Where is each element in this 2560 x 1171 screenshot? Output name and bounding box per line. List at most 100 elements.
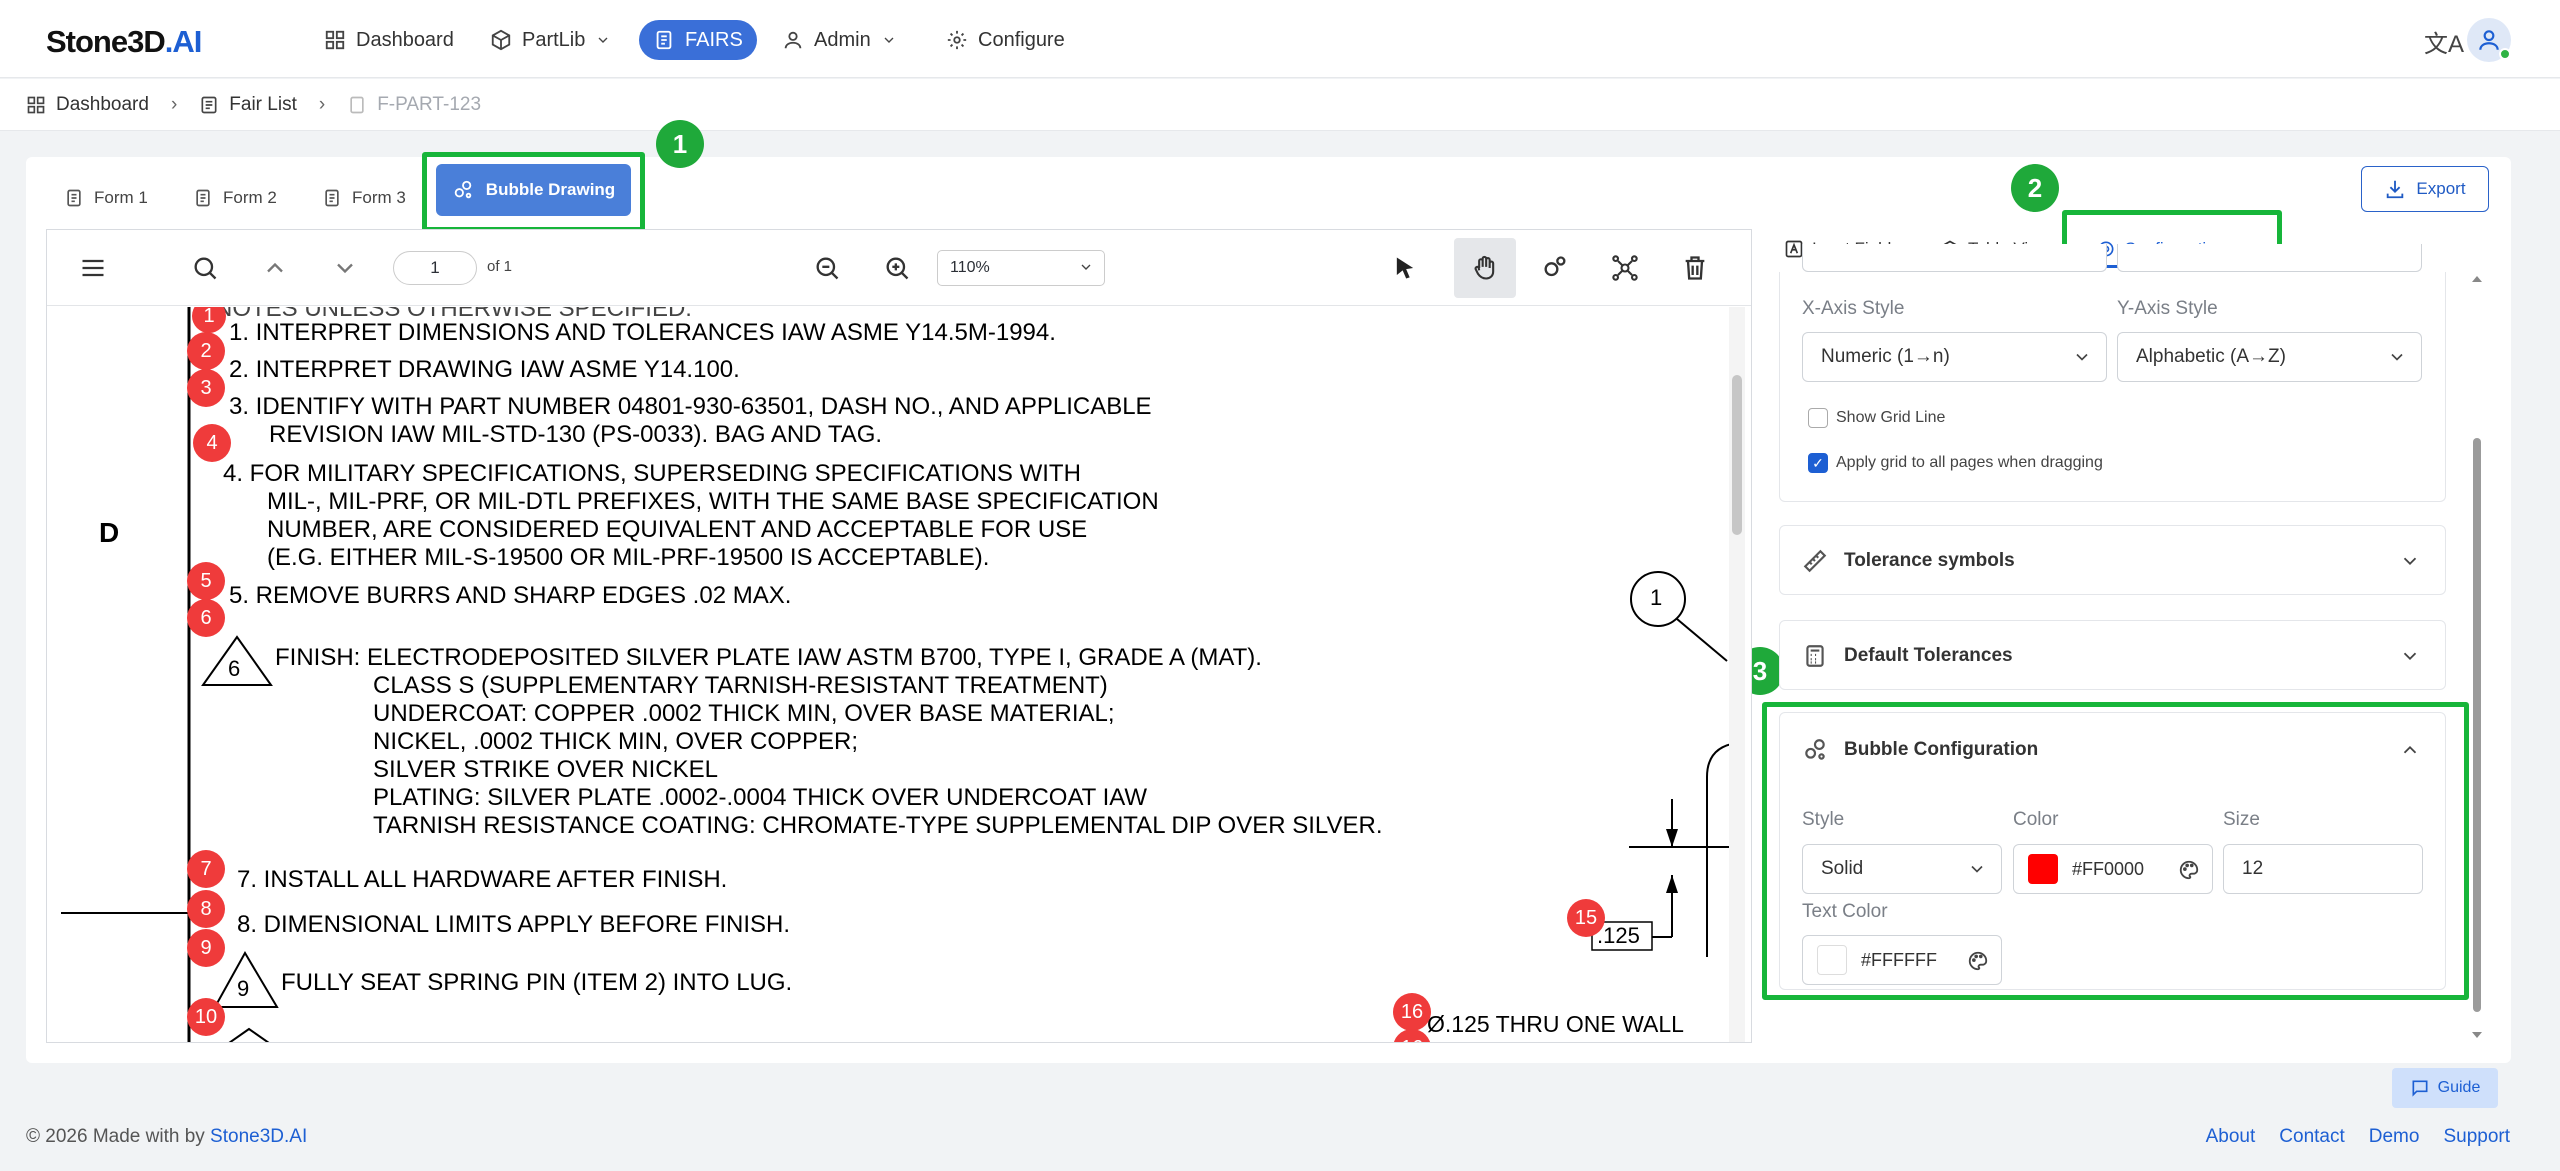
dimension-125: .125 <box>1597 923 1640 948</box>
breadcrumb-fair-list-label: Fair List <box>229 93 297 115</box>
drawing-note-6c: UNDERCOAT: COPPER .0002 THICK MIN, OVER … <box>373 700 1115 727</box>
scrollbar-thumb[interactable] <box>2473 438 2481 1012</box>
bubble-marker[interactable]: 7 <box>187 850 225 888</box>
chevron-down-icon <box>1081 264 1091 270</box>
tab-form-1[interactable]: Form 1 <box>64 178 148 218</box>
bubble-marker[interactable]: 16 <box>1393 993 1431 1031</box>
palette-icon[interactable] <box>2178 859 2200 881</box>
chevron-down-icon[interactable] <box>2399 645 2421 667</box>
export-label: Export <box>2416 179 2466 198</box>
bubble-color-picker[interactable]: #FF0000 <box>2013 844 2213 894</box>
scroll-up-icon[interactable] <box>2470 272 2484 286</box>
tab-form-3-label: Form 3 <box>352 188 406 207</box>
logo[interactable]: Stone3D.AI <box>46 24 202 60</box>
nav-partlib-label: PartLib <box>522 28 586 51</box>
bubble-marker[interactable]: 6 <box>187 599 225 637</box>
zoom-select[interactable]: 110% <box>937 250 1105 286</box>
checkbox-checked[interactable]: ✓ <box>1808 453 1828 473</box>
balloon-1-label: 1 <box>1650 585 1663 610</box>
palette-icon[interactable] <box>1967 950 1989 972</box>
bubble-marker[interactable]: 15 <box>1567 899 1605 937</box>
tolerance-symbols-section[interactable]: Tolerance symbols <box>1779 525 2446 595</box>
drawing-note-4d: (E.G. EITHER MIL-S-19500 OR MIL-PRF-1950… <box>267 544 990 571</box>
bubble-marker[interactable]: 10 <box>187 998 225 1036</box>
chevron-down-icon <box>1971 865 1983 873</box>
chevron-down-icon <box>884 37 894 43</box>
zoom-in-icon[interactable] <box>879 250 915 286</box>
chevron-down-icon[interactable] <box>2399 550 2421 572</box>
bubble-configuration-header[interactable]: Bubble Configuration <box>1802 737 2038 763</box>
chevron-down-icon <box>598 37 608 43</box>
tab-form-2-label: Form 2 <box>223 188 277 207</box>
y-axis-label: Y-Axis Style <box>2117 298 2218 319</box>
checkbox-box[interactable] <box>1808 408 1828 428</box>
footer-link-demo[interactable]: Demo <box>2369 1126 2420 1148</box>
dashboard-icon <box>325 30 345 50</box>
viewer-scrollbar[interactable] <box>1729 307 1745 1042</box>
chevron-up-icon[interactable] <box>2399 739 2421 761</box>
text-color-picker[interactable]: #FFFFFF <box>1802 935 2002 985</box>
chevron-up-icon[interactable] <box>257 250 293 286</box>
trash-icon[interactable] <box>1677 250 1713 286</box>
footer-link-contact[interactable]: Contact <box>2279 1126 2344 1148</box>
export-button[interactable]: Export <box>2361 166 2489 212</box>
bubble-marker[interactable]: 9 <box>187 929 225 967</box>
bubble-marker[interactable]: 4 <box>193 424 231 462</box>
guide-button[interactable]: Guide <box>2392 1068 2498 1108</box>
avatar[interactable] <box>2467 18 2511 62</box>
breadcrumb-dashboard[interactable]: Dashboard <box>26 94 149 116</box>
footer-link-about[interactable]: About <box>2206 1126 2256 1148</box>
document-icon <box>196 189 210 207</box>
footer-link-support[interactable]: Support <box>2443 1126 2510 1148</box>
tab-form-3[interactable]: Form 3 <box>322 178 406 218</box>
drawing-note-6g: TARNISH RESISTANCE COATING: CHROMATE-TYP… <box>373 812 1383 839</box>
apply-grid-label: Apply grid to all pages when dragging <box>1836 454 2103 471</box>
color-label: Color <box>2013 809 2059 830</box>
nav-dashboard[interactable]: Dashboard <box>310 20 468 60</box>
y-axis-select[interactable]: Alphabetic (A→Z) <box>2117 332 2422 382</box>
bubble-marker[interactable]: 2 <box>187 332 225 370</box>
drawing-note-4c: NUMBER, ARE CONSIDERED EQUIVALENT AND AC… <box>267 516 1088 543</box>
drawing-note-4b: MIL-, MIL-PRF, OR MIL-DTL PREFIXES, WITH… <box>267 488 1159 515</box>
breadcrumb-fair-list[interactable]: Fair List <box>199 94 297 116</box>
show-grid-label: Show Grid Line <box>1836 409 1946 426</box>
translate-icon[interactable]: 文A <box>2424 24 2464 59</box>
hand-tool-icon[interactable] <box>1454 238 1516 298</box>
drawing-note-3b: REVISION IAW MIL-STD-130 (PS-0033). BAG … <box>269 421 883 448</box>
chevron-right-icon: › <box>170 93 178 115</box>
tab-form-1-label: Form 1 <box>94 188 148 207</box>
chat-icon <box>2412 1080 2428 1097</box>
search-icon[interactable] <box>187 250 223 286</box>
document-icon <box>325 189 339 207</box>
drawing-note-4: 4. FOR MILITARY SPECIFICATIONS, SUPERSED… <box>223 460 1081 487</box>
auto-bubble-icon[interactable] <box>1607 250 1643 286</box>
bubble-style-select[interactable]: Solid <box>1802 844 2002 894</box>
tab-form-2[interactable]: Form 2 <box>193 178 277 218</box>
x-axis-select[interactable]: Numeric (1→n) <box>1802 332 2107 382</box>
file-icon <box>350 96 364 113</box>
scrollbar-thumb[interactable] <box>1732 375 1742 535</box>
nav-fairs[interactable]: FAIRS <box>639 20 757 60</box>
pointer-tool-icon[interactable] <box>1387 250 1423 286</box>
bubble-marker[interactable]: 5 <box>187 562 225 600</box>
apply-grid-checkbox[interactable]: ✓ Apply grid to all pages when dragging <box>1808 453 2103 473</box>
footer-brand-link[interactable]: Stone3D.AI <box>210 1126 307 1147</box>
show-grid-checkbox[interactable]: Show Grid Line <box>1808 408 1945 428</box>
nav-configure[interactable]: Configure <box>932 20 1079 60</box>
bubbles-icon <box>1805 739 1825 760</box>
panel-scrollbar[interactable] <box>2470 272 2484 1042</box>
scroll-down-icon[interactable] <box>2470 1028 2484 1042</box>
nav-admin[interactable]: Admin <box>768 20 911 60</box>
zoom-out-icon[interactable] <box>809 250 845 286</box>
bubble-size-input[interactable]: 12 <box>2223 844 2423 894</box>
bubble-marker[interactable]: 8 <box>187 890 225 928</box>
chevron-down-icon[interactable] <box>327 250 363 286</box>
page-number-input[interactable]: 1 <box>393 251 477 285</box>
add-bubble-icon[interactable] <box>1537 250 1573 286</box>
drawing-canvas[interactable]: NOTES UNLESS OTHERWISE SPECIFIED: 1. INT… <box>47 307 1737 1042</box>
nav-partlib[interactable]: PartLib <box>476 20 625 60</box>
default-tolerances-section[interactable]: Default Tolerances <box>1779 620 2446 690</box>
document-icon <box>67 189 81 207</box>
bubble-marker[interactable]: 3 <box>187 369 225 407</box>
menu-icon[interactable] <box>75 250 111 286</box>
